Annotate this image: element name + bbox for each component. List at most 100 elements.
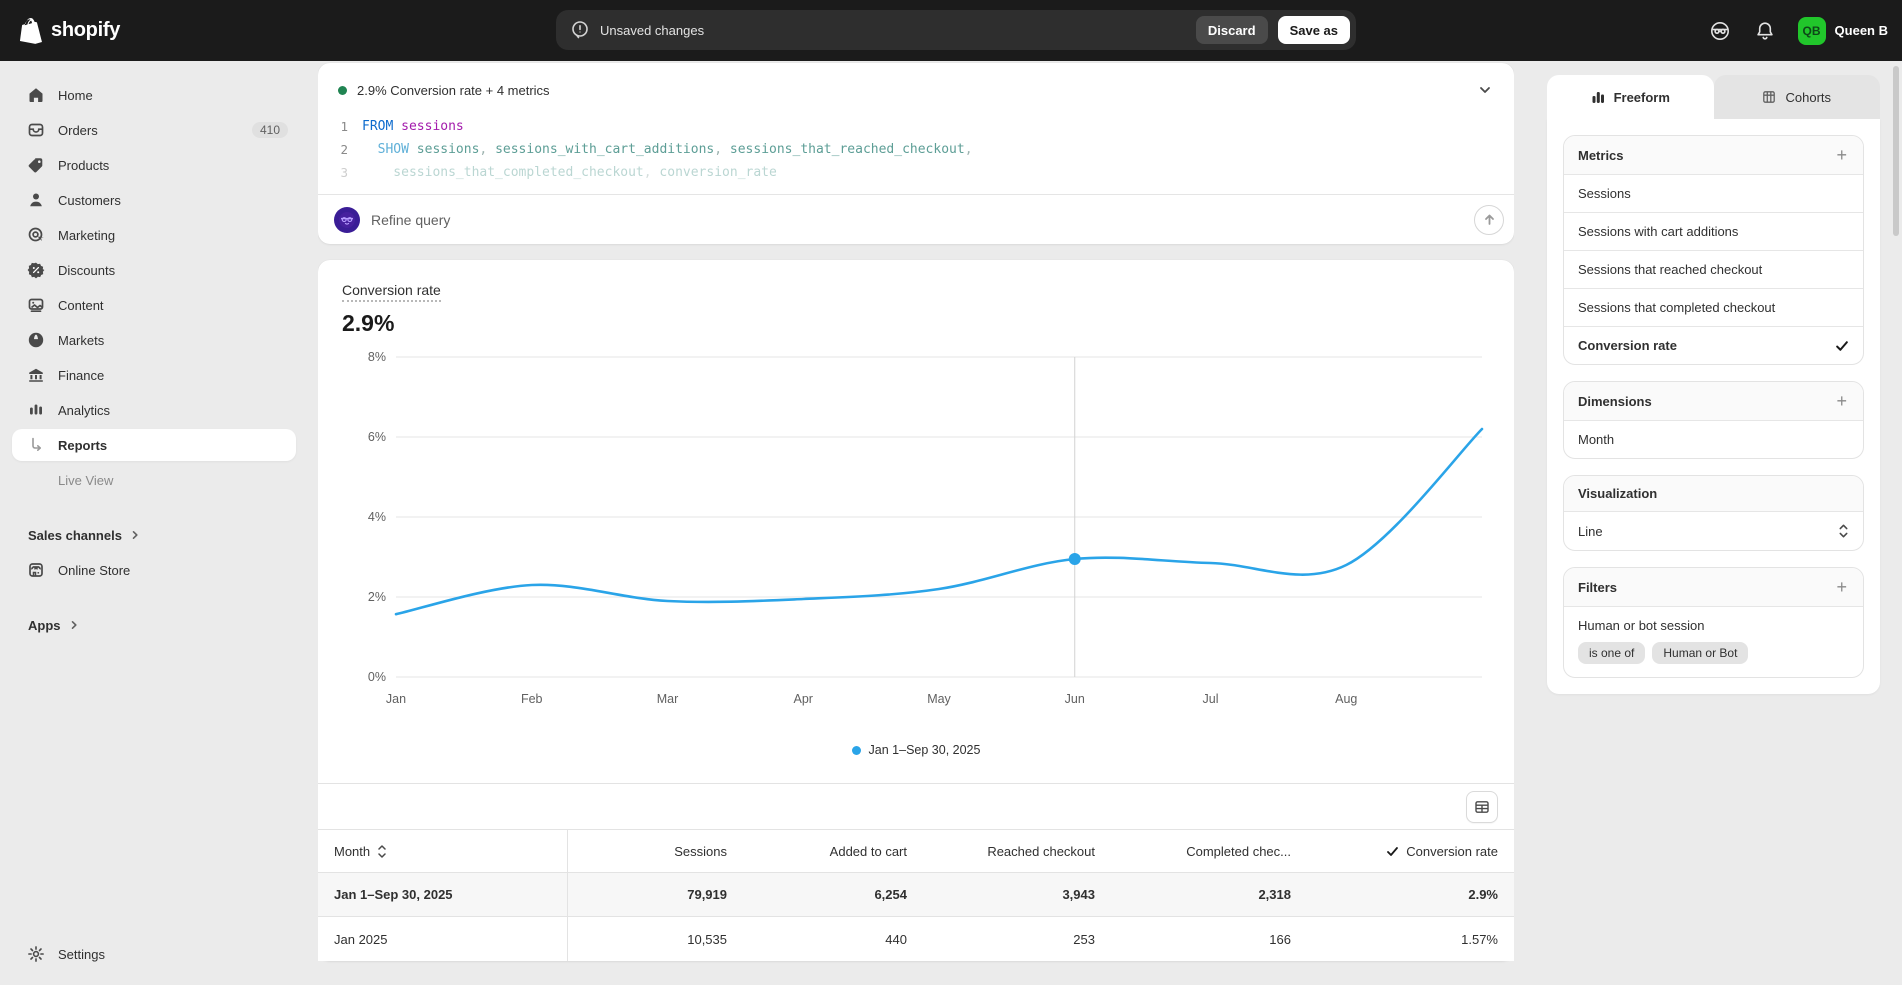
user-menu[interactable]: QB Queen B [1798,17,1888,45]
show-table-button[interactable] [1466,791,1498,823]
report-card: Conversion rate 2.9% 8%6%4%2%0%JanFebMar… [318,260,1514,961]
shopify-bag-icon [18,17,44,45]
y-axis-tick: 2% [368,590,386,604]
apps-section[interactable]: Apps [12,610,296,640]
unsaved-changes-bar: Unsaved changes Discard Save as [556,10,1356,50]
y-axis-tick: 0% [368,670,386,684]
scrollbar-thumb[interactable] [1893,66,1899,236]
chevron-right-icon [69,620,79,630]
add-dimension-button[interactable]: + [1834,392,1849,410]
bar-chart-icon [26,400,46,420]
cohorts-grid-icon [1762,90,1776,104]
save-as-button[interactable]: Save as [1278,16,1350,44]
collapse-query-button[interactable] [1470,75,1500,105]
column-header-added-to-cart[interactable]: Added to cart [743,844,923,859]
table-grid-icon [1474,799,1490,815]
sidebar-item-online-store[interactable]: Online Store [12,554,296,586]
chart-current-value: 2.9% [342,310,1490,337]
query-code-editor[interactable]: 1FROM sessions 2 SHOW sessions, sessions… [318,111,1514,194]
x-axis-tick: Mar [657,692,679,706]
x-axis-tick: Feb [521,692,543,706]
dimension-item-month[interactable]: Month [1564,420,1863,458]
sidebar-item-discounts[interactable]: Discounts [12,254,296,286]
orders-icon [26,120,46,140]
globe-dollar-icon: $ [26,330,46,350]
metric-item-sessions[interactable]: Sessions [1564,174,1863,212]
metric-item-conversion-rate[interactable]: Conversion rate [1564,326,1863,364]
x-axis-tick: May [927,692,951,706]
tab-cohorts[interactable]: Cohorts [1714,75,1881,119]
alert-icon [570,20,590,40]
refine-query-input[interactable] [371,212,1463,228]
sidebar-item-content[interactable]: Content [12,289,296,321]
code-line-3[interactable]: 3 sessions_that_completed_checkout, conv… [318,161,1514,184]
visualization-card: Visualization Line [1563,475,1864,551]
notifications-bell-icon[interactable] [1754,20,1776,42]
x-axis-tick: Aug [1335,692,1357,706]
sidebar-item-live-view[interactable]: Live View [12,464,296,496]
tab-freeform[interactable]: Freeform [1547,75,1714,119]
code-line-2[interactable]: 2 SHOW sessions, sessions_with_cart_addi… [318,138,1514,161]
table-row-jan-2025[interactable]: Jan 2025 10,535 440 253 166 1.57% [318,917,1514,961]
sub-item-arrow-icon [26,435,46,455]
column-header-reached-checkout[interactable]: Reached checkout [923,844,1111,859]
legend-label: Jan 1–Sep 30, 2025 [869,743,981,757]
sidebar-item-orders[interactable]: Orders 410 [12,114,296,146]
dimensions-card: Dimensions + Month [1563,381,1864,459]
sidebar-item-markets[interactable]: $ Markets [12,324,296,356]
report-settings-panel: Freeform Cohorts Metrics + Sessions Sess… [1547,75,1880,694]
filters-card: Filters + Human or bot session is one of… [1563,567,1864,678]
refine-query-row [318,194,1514,244]
filter-operator-pill[interactable]: is one of [1578,642,1645,664]
metric-item-reached-checkout[interactable]: Sessions that reached checkout [1564,250,1863,288]
filter-human-or-bot[interactable]: Human or bot session is one of Human or … [1564,606,1863,677]
add-filter-button[interactable]: + [1834,578,1849,596]
column-header-sessions[interactable]: Sessions [567,830,743,872]
y-axis-tick: 8% [368,350,386,364]
sidekick-avatar-icon [334,207,360,233]
sidebar-item-finance[interactable]: Finance [12,359,296,391]
chart-title[interactable]: Conversion rate [342,282,441,302]
column-header-conversion-rate[interactable]: Conversion rate [1307,844,1514,859]
sidekick-icon[interactable] [1708,19,1732,43]
freeform-bars-icon [1591,90,1605,104]
column-header-completed-checkout[interactable]: Completed chec... [1111,844,1307,859]
visualization-select[interactable]: Line [1564,511,1863,550]
chevron-right-icon [130,530,140,540]
highlight-point[interactable] [1069,553,1081,565]
check-icon [1386,845,1399,858]
code-line-1[interactable]: 1FROM sessions [318,115,1514,138]
storefront-icon [26,560,46,580]
target-cursor-icon [26,225,46,245]
sidebar-item-customers[interactable]: Customers [12,184,296,216]
discount-badge-icon [26,260,46,280]
sort-icon [377,844,387,859]
submit-query-button[interactable] [1474,205,1504,235]
sales-channels-section[interactable]: Sales channels [12,520,296,550]
shopify-logo[interactable]: shopify [0,17,120,45]
select-updown-icon [1838,523,1849,539]
sidebar-item-marketing[interactable]: Marketing [12,219,296,251]
orders-count-badge: 410 [252,122,288,138]
filter-value-pill[interactable]: Human or Bot [1652,642,1748,664]
add-metric-button[interactable]: + [1834,146,1849,164]
avatar: QB [1798,17,1826,45]
x-axis-tick: Jul [1203,692,1219,706]
sidebar-item-analytics[interactable]: Analytics [12,394,296,426]
sidebar-item-settings[interactable]: Settings [12,938,296,970]
discard-button[interactable]: Discard [1196,16,1268,44]
arrow-up-icon [1483,213,1496,226]
sidebar-item-reports[interactable]: Reports [12,429,296,461]
metric-item-completed-checkout[interactable]: Sessions that completed checkout [1564,288,1863,326]
column-header-month[interactable]: Month [318,844,567,859]
metric-item-cart-additions[interactable]: Sessions with cart additions [1564,212,1863,250]
conversion-rate-line-chart[interactable]: 8%6%4%2%0%JanFebMarAprMayJunJulAug [342,343,1490,715]
x-axis-tick: Jan [386,692,406,706]
sidebar-item-products[interactable]: Products [12,149,296,181]
main-content: 2.9% Conversion rate + 4 metrics 1FROM s… [318,61,1514,985]
sidebar-item-home[interactable]: Home [12,79,296,111]
table-toolbar [318,783,1514,829]
table-row-total[interactable]: Jan 1–Sep 30, 2025 79,919 6,254 3,943 2,… [318,873,1514,917]
metrics-card: Metrics + Sessions Sessions with cart ad… [1563,135,1864,365]
query-builder-card: 2.9% Conversion rate + 4 metrics 1FROM s… [318,63,1514,244]
